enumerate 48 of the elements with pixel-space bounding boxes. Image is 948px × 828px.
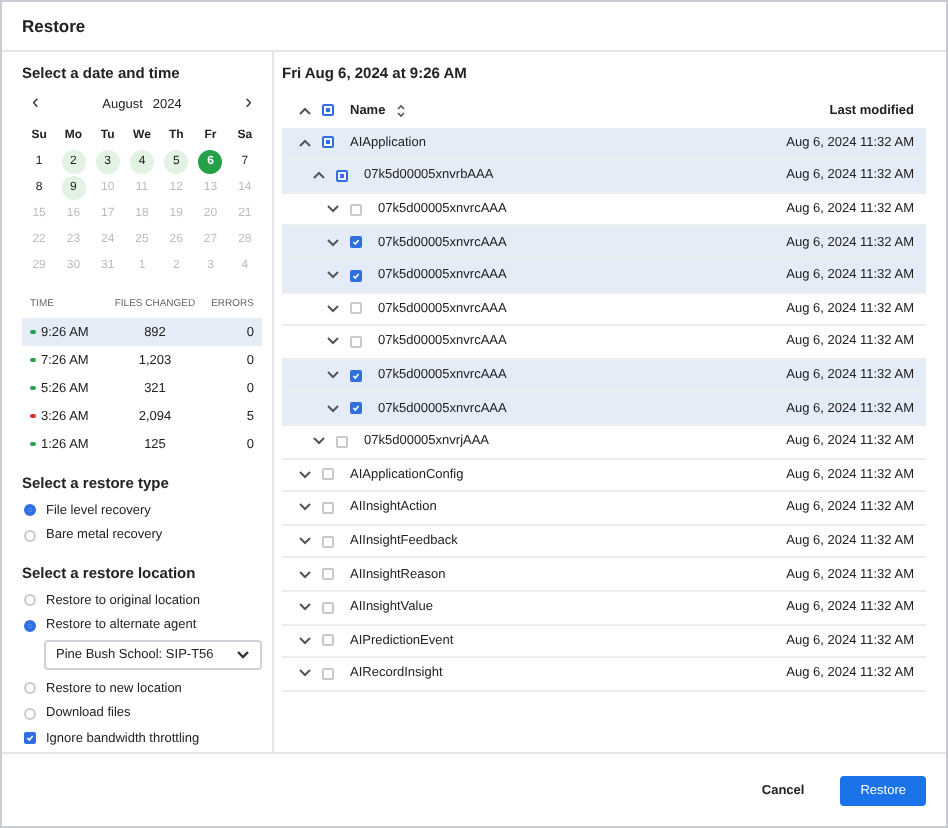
chevron-down-icon[interactable] [298,536,312,547]
chevron-down-icon[interactable] [326,336,340,347]
chevron-down-icon[interactable] [326,204,340,215]
checkbox[interactable] [322,468,334,481]
chevron-down-icon [236,650,250,660]
checkbox[interactable] [322,667,334,680]
checkbox[interactable] [350,203,362,216]
radio-button[interactable] [24,707,36,720]
checkbox[interactable] [24,732,36,745]
checkbox[interactable] [322,535,334,548]
checkbox[interactable] [336,169,348,182]
select-all-checkbox[interactable] [322,104,334,117]
checkbox[interactable] [350,369,362,382]
radio-button[interactable] [24,619,36,632]
previous-month-button[interactable]: ‹ [26,94,45,114]
checkbox[interactable] [350,402,362,415]
checkbox[interactable] [336,435,348,448]
chevron-down-icon[interactable] [326,370,340,381]
chevron-down-icon[interactable] [298,602,312,613]
chevron-down-icon[interactable] [326,303,340,314]
checkbox[interactable] [350,302,362,315]
chevron-down-icon[interactable] [326,270,340,281]
chevron-up-icon[interactable] [298,137,312,148]
chevron-down-icon[interactable] [298,569,312,580]
checkbox[interactable] [350,335,362,348]
chevron-down-icon[interactable] [298,668,312,679]
chevron-up-icon[interactable] [298,105,312,116]
checkbox[interactable] [322,568,334,581]
next-month-button[interactable]: › [239,94,258,114]
chevron-down-icon[interactable] [312,436,326,447]
chevron-down-icon[interactable] [298,635,312,646]
radio-button[interactable] [24,682,36,695]
checkbox[interactable] [322,501,334,514]
chevron-down-icon[interactable] [326,237,340,248]
chevron-down-icon[interactable] [298,502,312,513]
chevron-up-icon[interactable] [312,170,326,181]
radio-button[interactable] [24,504,36,517]
chevron-down-icon[interactable] [298,469,312,480]
sort-icon[interactable] [395,103,406,118]
checkbox[interactable] [322,601,334,614]
window-title: Restore [22,16,86,36]
checkbox[interactable] [322,634,334,647]
radio-button[interactable] [24,529,36,542]
checkbox[interactable] [322,136,334,149]
checkbox[interactable] [350,269,362,282]
checkbox[interactable] [350,236,362,249]
chevron-down-icon[interactable] [326,403,340,414]
radio-button[interactable] [24,594,36,607]
